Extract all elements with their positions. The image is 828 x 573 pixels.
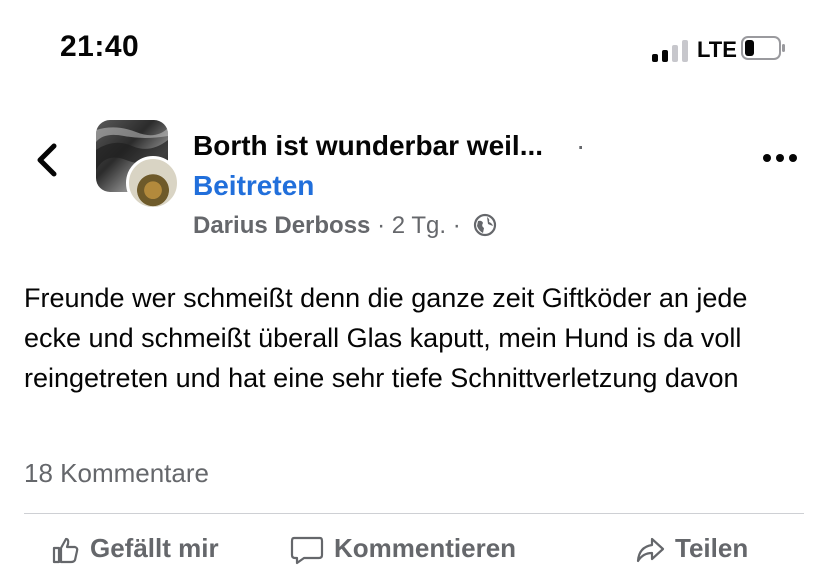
network-label: LTE [697,37,737,62]
meta-separator: · [452,212,461,239]
globe-icon [474,213,497,237]
comment-icon [290,537,324,565]
like-label: Gefällt mir [90,533,219,563]
group-avatar[interactable] [96,120,180,210]
meta-separator: · [377,212,386,239]
post-header: Borth ist wunderbar weil... · Beitreten … [0,110,828,250]
share-label: Teilen [675,533,749,563]
status-bar: 21:40 LTE [0,0,828,100]
post-meta: Darius Derboss · 2 Tg. · [193,212,497,240]
title-separator: · [576,130,586,161]
share-icon [636,538,665,563]
author-avatar[interactable] [126,156,180,210]
back-button[interactable] [32,140,64,180]
like-icon [52,538,79,564]
comments-count[interactable]: 18 Kommentare [24,458,209,489]
share-button[interactable]: Teilen [635,533,748,573]
action-bar: Gefällt mir Kommentieren Teilen [0,525,828,565]
post-age[interactable]: 2 Tg. [392,212,446,239]
join-group-button[interactable]: Beitreten [193,170,314,202]
more-options-button[interactable] [762,150,798,166]
divider [24,513,804,514]
signal-strength-icon [652,38,690,62]
comment-button[interactable]: Kommentieren [290,533,516,573]
battery-icon [741,36,785,60]
group-name[interactable]: Borth ist wunderbar weil... [193,130,543,162]
comment-label: Kommentieren [334,533,517,563]
chevron-left-icon [37,143,57,177]
like-button[interactable]: Gefällt mir [50,533,219,573]
author-name[interactable]: Darius Derboss [193,212,370,239]
post-text: Freunde wer schmeißt denn die ganze zeit… [24,283,748,393]
status-time: 21:40 [60,30,140,63]
